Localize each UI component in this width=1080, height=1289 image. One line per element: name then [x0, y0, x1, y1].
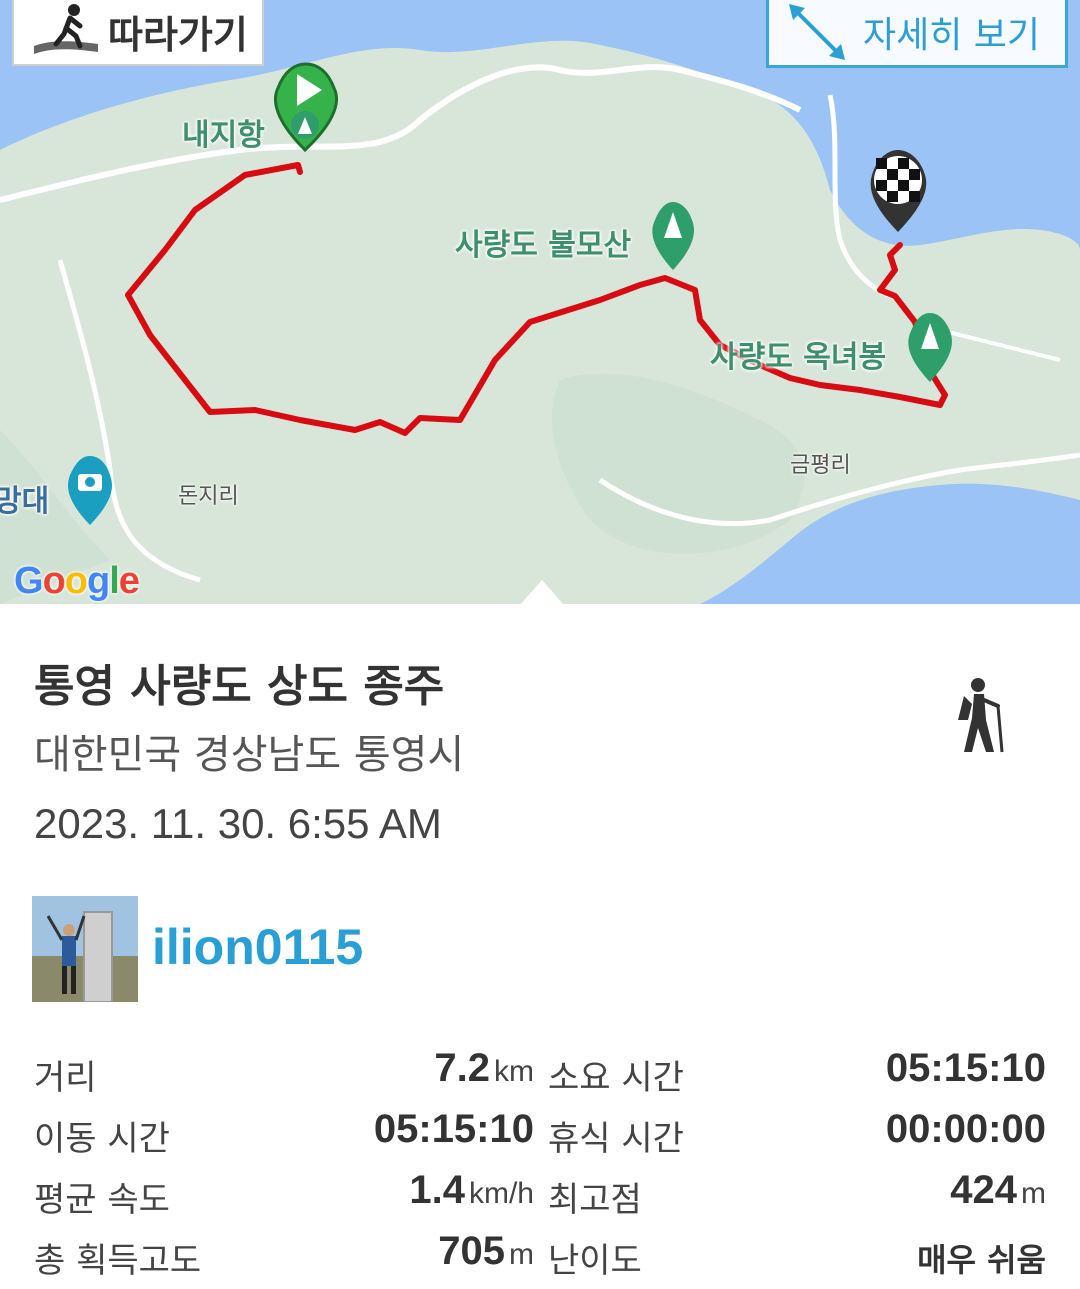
map-label-oknyeo: 사량도 옥녀봉 — [710, 340, 887, 375]
google-logo: Google — [14, 560, 140, 602]
stat-row: 총 획득고도 705 m 난이도 매우 쉬움 — [0, 1221, 1080, 1282]
map-label-mangdae: 망대 — [0, 484, 50, 519]
track-datetime: 2023. 11. 30. 6:55 AM — [34, 800, 442, 847]
stat-label-max-elevation: 최고점 — [548, 1180, 642, 1220]
follow-hiker-icon — [34, 4, 98, 54]
stat-label-distance: 거리 — [34, 1058, 97, 1098]
map-canvas[interactable] — [0, 0, 1080, 604]
view-detail-label: 자세히 보기 — [863, 15, 1041, 56]
expand-icon — [789, 4, 845, 60]
track-location: 대한민국 경상남도 통영시 — [34, 732, 465, 778]
stat-value-distance: 7.2 km — [434, 1046, 534, 1090]
start-pin-base-icon — [291, 111, 319, 139]
track-title: 통영 사량도 상도 종주 — [34, 661, 445, 712]
stat-value-avg-speed: 1.4 km/h — [409, 1168, 534, 1212]
follow-button[interactable]: 따라가기 — [12, 0, 264, 66]
stat-value-moving-time: 05:15:10 — [373, 1107, 534, 1151]
map-label-bulmo: 사량도 불모산 — [455, 228, 632, 263]
follow-label: 따라가기 — [108, 12, 248, 57]
stat-value-max-elevation: 424 m — [950, 1168, 1046, 1212]
map-pointer — [520, 580, 564, 604]
stat-value-rest-time: 00:00:00 — [885, 1107, 1046, 1151]
map-label-naeji: 내지항 — [182, 118, 265, 153]
stat-row: 거리 7.2 km 소요 시간 05:15:10 — [0, 1038, 1080, 1099]
stat-label-rest-time: 휴식 시간 — [548, 1119, 684, 1159]
map-view[interactable]: 내지항 사량도 불모산 사량도 옥녀봉 금평리 돈지리 망대 따라가기 자세히 … — [0, 0, 1080, 604]
stat-label-total-time: 소요 시간 — [548, 1058, 684, 1098]
map-label-geumpyeong: 금평리 — [790, 453, 851, 478]
stat-label-avg-speed: 평균 속도 — [34, 1180, 170, 1220]
hiking-icon — [950, 676, 1010, 760]
stat-label-difficulty: 난이도 — [548, 1241, 642, 1281]
stat-row: 평균 속도 1.4 km/h 최고점 424 m — [0, 1160, 1080, 1221]
stat-value-total-time: 05:15:10 — [885, 1046, 1046, 1090]
stat-value-difficulty: 매우 쉬움 — [917, 1241, 1046, 1279]
user-avatar[interactable] — [32, 896, 138, 1002]
stats-table: 거리 7.2 km 소요 시간 05:15:10 이동 시간 05:15:10 휴… — [0, 1038, 1080, 1282]
username-link[interactable]: ilion0115 — [152, 918, 363, 976]
stat-label-elevation-gain: 총 획득고도 — [34, 1241, 202, 1281]
stat-row: 이동 시간 05:15:10 휴식 시간 00:00:00 — [0, 1099, 1080, 1160]
stat-value-elevation-gain: 705 m — [438, 1229, 534, 1273]
stat-label-moving-time: 이동 시간 — [34, 1119, 170, 1159]
map-label-donji: 돈지리 — [178, 484, 239, 509]
view-detail-button[interactable]: 자세히 보기 — [766, 0, 1068, 68]
